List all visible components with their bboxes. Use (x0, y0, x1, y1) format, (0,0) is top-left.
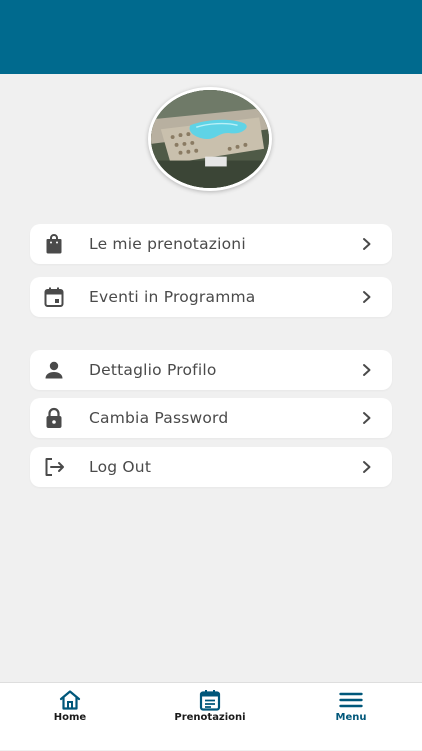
resort-aerial-photo (151, 90, 269, 188)
menu-item-label: Log Out (89, 458, 152, 476)
chevron-right-icon (360, 411, 374, 425)
calendar-list-icon (198, 688, 222, 712)
shopping-bag-icon (42, 232, 66, 256)
logout-icon (42, 455, 66, 479)
menu-item-le-mie-prenotazioni[interactable]: Le mie prenotazioni (30, 224, 392, 264)
chevron-right-icon (360, 363, 374, 377)
menu-item-label: Dettaglio Profilo (89, 361, 217, 379)
person-icon (42, 358, 66, 382)
chevron-right-icon (360, 237, 374, 251)
tab-label: Prenotazioni (174, 712, 246, 723)
menu-item-cambia-password[interactable]: Cambia Password (30, 398, 392, 438)
chevron-right-icon (360, 290, 374, 304)
tab-prenotazioni[interactable]: Prenotazioni (150, 683, 270, 751)
tab-label: Home (53, 712, 87, 723)
menu-item-label: Cambia Password (89, 409, 229, 427)
profile-avatar (148, 87, 272, 191)
menu-item-dettaglio-profilo[interactable]: Dettaglio Profilo (30, 350, 392, 390)
calendar-icon (42, 285, 66, 309)
chevron-right-icon (360, 460, 374, 474)
hamburger-menu-icon (339, 688, 363, 712)
menu-item-label: Eventi in Programma (89, 288, 256, 306)
bottom-tab-bar: Home Prenotazioni Menu (0, 682, 422, 750)
home-icon (58, 688, 82, 712)
menu-item-log-out[interactable]: Log Out (30, 447, 392, 487)
tab-label: Menu (335, 712, 367, 723)
menu-item-label: Le mie prenotazioni (89, 235, 246, 253)
lock-icon (42, 406, 66, 430)
tab-menu[interactable]: Menu (291, 683, 411, 751)
menu-item-eventi-in-programma[interactable]: Eventi in Programma (30, 277, 392, 317)
tab-home[interactable]: Home (10, 683, 130, 751)
top-app-bar (0, 0, 422, 74)
